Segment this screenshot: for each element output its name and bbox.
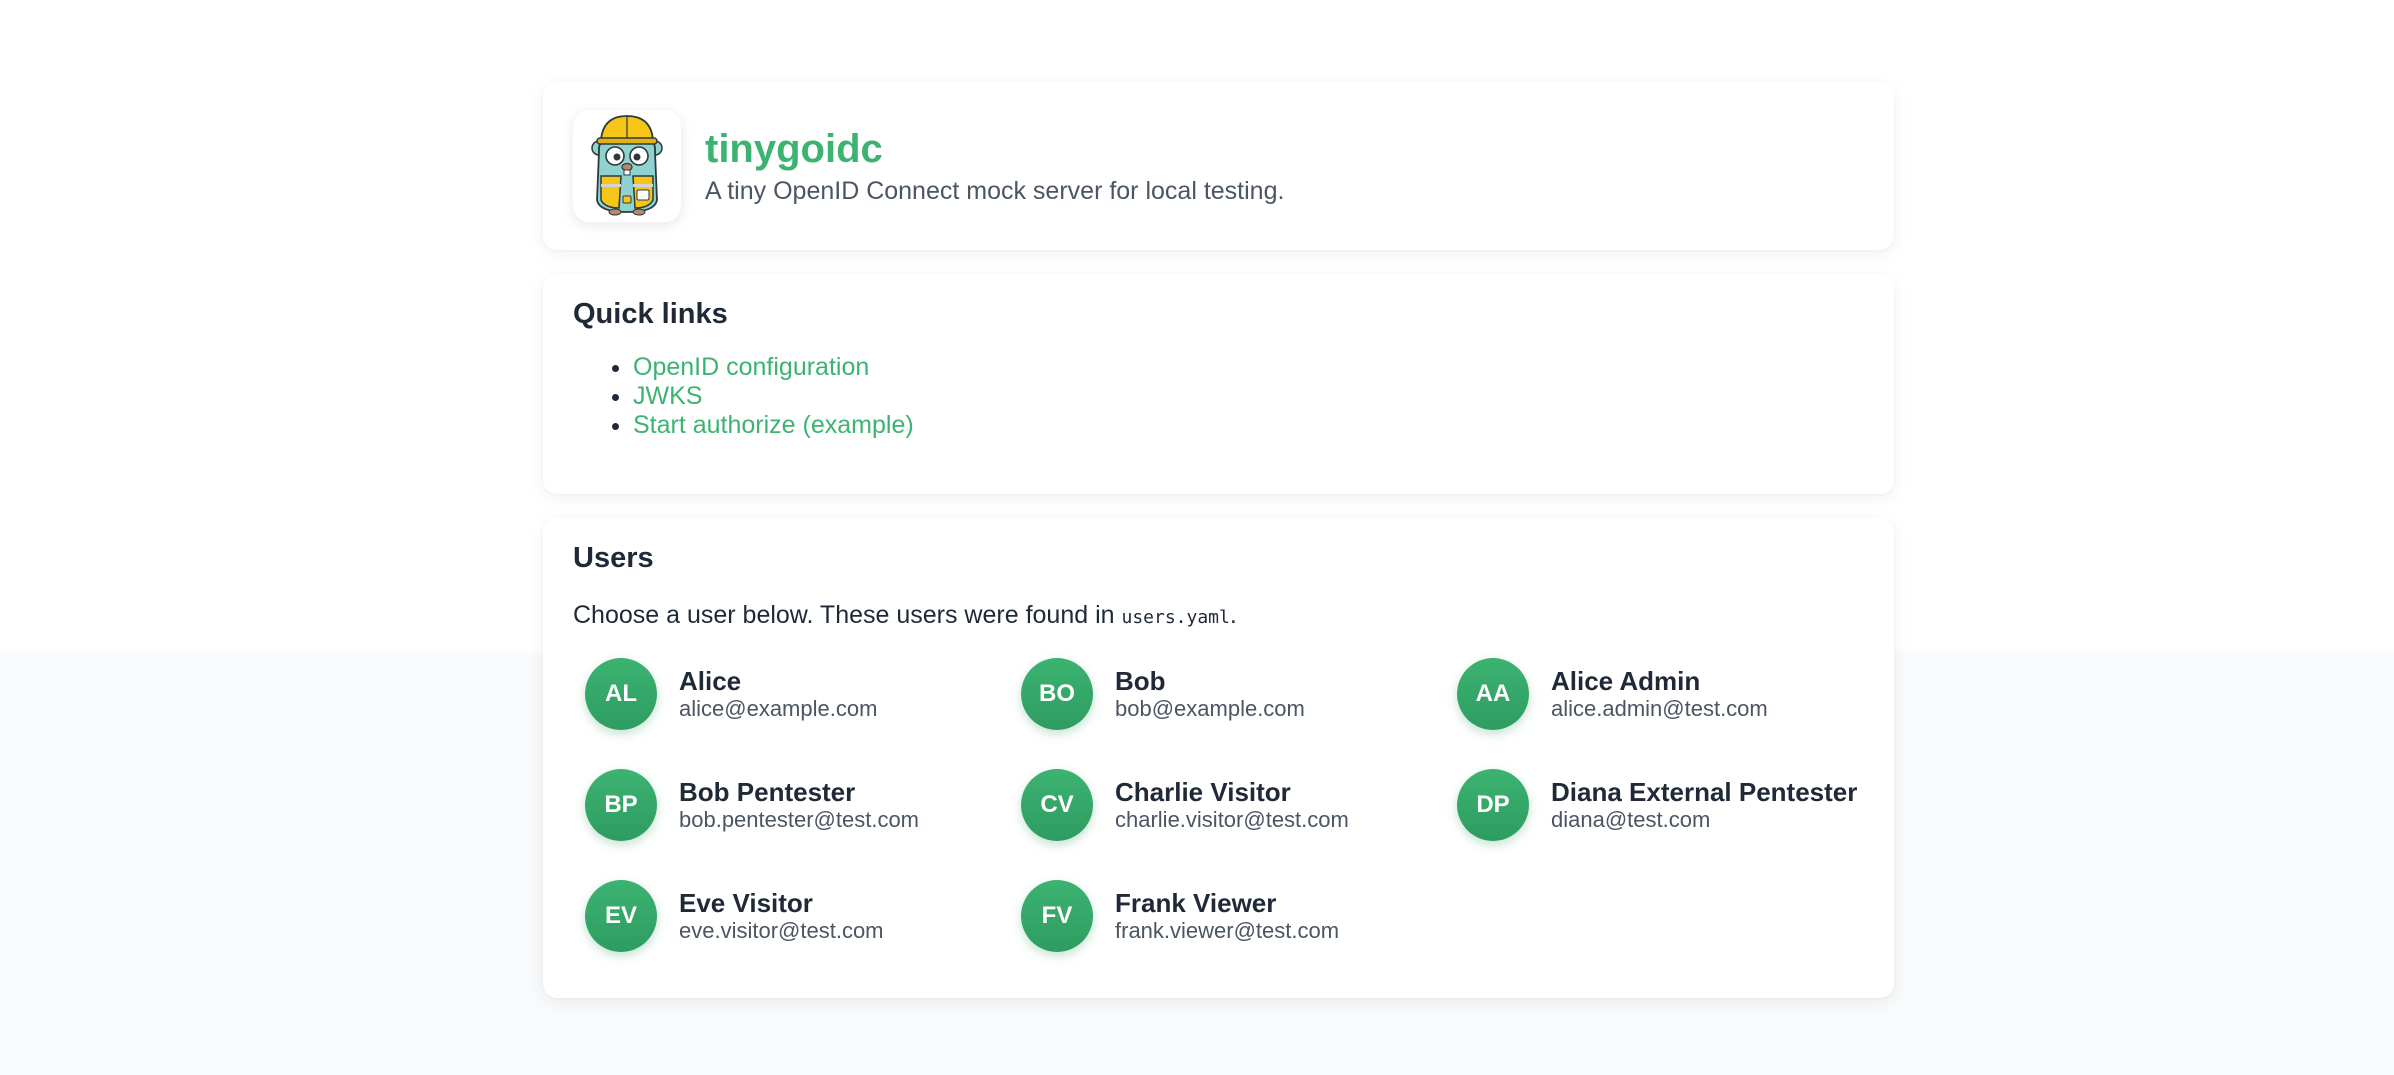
start-authorize-link[interactable]: Start authorize (example) bbox=[633, 411, 914, 439]
user-info: Diana External Pentester diana@test.com bbox=[1551, 777, 1857, 833]
list-item: JWKS bbox=[633, 382, 1864, 411]
user-card-charlie-visitor[interactable]: CV Charlie Visitor charlie.visitor@test.… bbox=[1021, 769, 1457, 841]
user-info: Eve Visitor eve.visitor@test.com bbox=[679, 888, 884, 944]
user-card-alice[interactable]: AL Alice alice@example.com bbox=[585, 658, 1021, 730]
users-description: Choose a user below. These users were fo… bbox=[573, 601, 1864, 630]
user-email: eve.visitor@test.com bbox=[679, 918, 884, 943]
user-name: Charlie Visitor bbox=[1115, 777, 1291, 807]
jwks-link[interactable]: JWKS bbox=[633, 382, 702, 410]
openid-configuration-link[interactable]: OpenID configuration bbox=[633, 353, 869, 381]
user-name: Frank Viewer bbox=[1115, 888, 1277, 918]
user-email: alice.admin@test.com bbox=[1551, 696, 1768, 721]
users-file-name: users.yaml bbox=[1121, 607, 1230, 628]
page-container: tinygoidc A tiny OpenID Connect mock ser… bbox=[543, 82, 1894, 1022]
users-card: Users Choose a user below. These users w… bbox=[543, 518, 1894, 998]
avatar: DP bbox=[1457, 769, 1529, 841]
users-description-text: Choose a user below. These users were fo… bbox=[573, 601, 1122, 629]
user-email: bob.pentester@test.com bbox=[679, 807, 920, 832]
avatar: BP bbox=[585, 769, 657, 841]
user-card-diana-external-pentester[interactable]: DP Diana External Pentester diana@test.c… bbox=[1457, 769, 1893, 841]
user-info: Frank Viewer frank.viewer@test.com bbox=[1115, 888, 1339, 944]
user-card-eve-visitor[interactable]: EV Eve Visitor eve.visitor@test.com bbox=[585, 880, 1021, 952]
header-card: tinygoidc A tiny OpenID Connect mock ser… bbox=[543, 82, 1894, 250]
avatar: EV bbox=[585, 880, 657, 952]
list-item: OpenID configuration bbox=[633, 353, 1864, 382]
user-email: alice@example.com bbox=[679, 696, 878, 721]
user-email: diana@test.com bbox=[1551, 807, 1711, 832]
user-name: Eve Visitor bbox=[679, 888, 813, 918]
user-name: Alice Admin bbox=[1551, 666, 1701, 696]
app-title: tinygoidc bbox=[705, 126, 883, 171]
avatar: BO bbox=[1021, 658, 1093, 730]
quick-links-card: Quick links OpenID configuration JWKS St… bbox=[543, 274, 1894, 494]
user-name: Bob Pentester bbox=[679, 777, 856, 807]
user-info: Alice Admin alice.admin@test.com bbox=[1551, 666, 1768, 722]
quick-links-list: OpenID configuration JWKS Start authoriz… bbox=[573, 353, 1864, 440]
user-name: Diana External Pentester bbox=[1551, 777, 1858, 807]
user-email: frank.viewer@test.com bbox=[1115, 918, 1340, 943]
app-subtitle: A tiny OpenID Connect mock server for lo… bbox=[705, 176, 1285, 205]
header-text: tinygoidc A tiny OpenID Connect mock ser… bbox=[705, 127, 1284, 206]
user-name: Bob bbox=[1115, 666, 1166, 696]
user-email: charlie.visitor@test.com bbox=[1115, 807, 1349, 832]
quick-links-title: Quick links bbox=[573, 298, 728, 330]
user-name: Alice bbox=[679, 666, 742, 696]
user-info: Bob Pentester bob.pentester@test.com bbox=[679, 777, 919, 833]
gopher-mascot-icon bbox=[585, 112, 669, 221]
avatar: CV bbox=[1021, 769, 1093, 841]
user-info: Charlie Visitor charlie.visitor@test.com bbox=[1115, 777, 1349, 833]
avatar: AL bbox=[585, 658, 657, 730]
app-logo bbox=[573, 110, 681, 222]
user-card-frank-viewer[interactable]: FV Frank Viewer frank.viewer@test.com bbox=[1021, 880, 1457, 952]
users-title: Users bbox=[573, 542, 654, 574]
user-card-bob-pentester[interactable]: BP Bob Pentester bob.pentester@test.com bbox=[585, 769, 1021, 841]
avatar: AA bbox=[1457, 658, 1529, 730]
avatar: FV bbox=[1021, 880, 1093, 952]
user-info: Alice alice@example.com bbox=[679, 666, 877, 722]
user-email: bob@example.com bbox=[1115, 696, 1305, 721]
list-item: Start authorize (example) bbox=[633, 411, 1864, 440]
user-info: Bob bob@example.com bbox=[1115, 666, 1305, 722]
users-description-end: . bbox=[1229, 601, 1237, 629]
users-grid: AL Alice alice@example.com BO Bob bob@ex… bbox=[573, 658, 1864, 952]
user-card-bob[interactable]: BO Bob bob@example.com bbox=[1021, 658, 1457, 730]
user-card-alice-admin[interactable]: AA Alice Admin alice.admin@test.com bbox=[1457, 658, 1893, 730]
